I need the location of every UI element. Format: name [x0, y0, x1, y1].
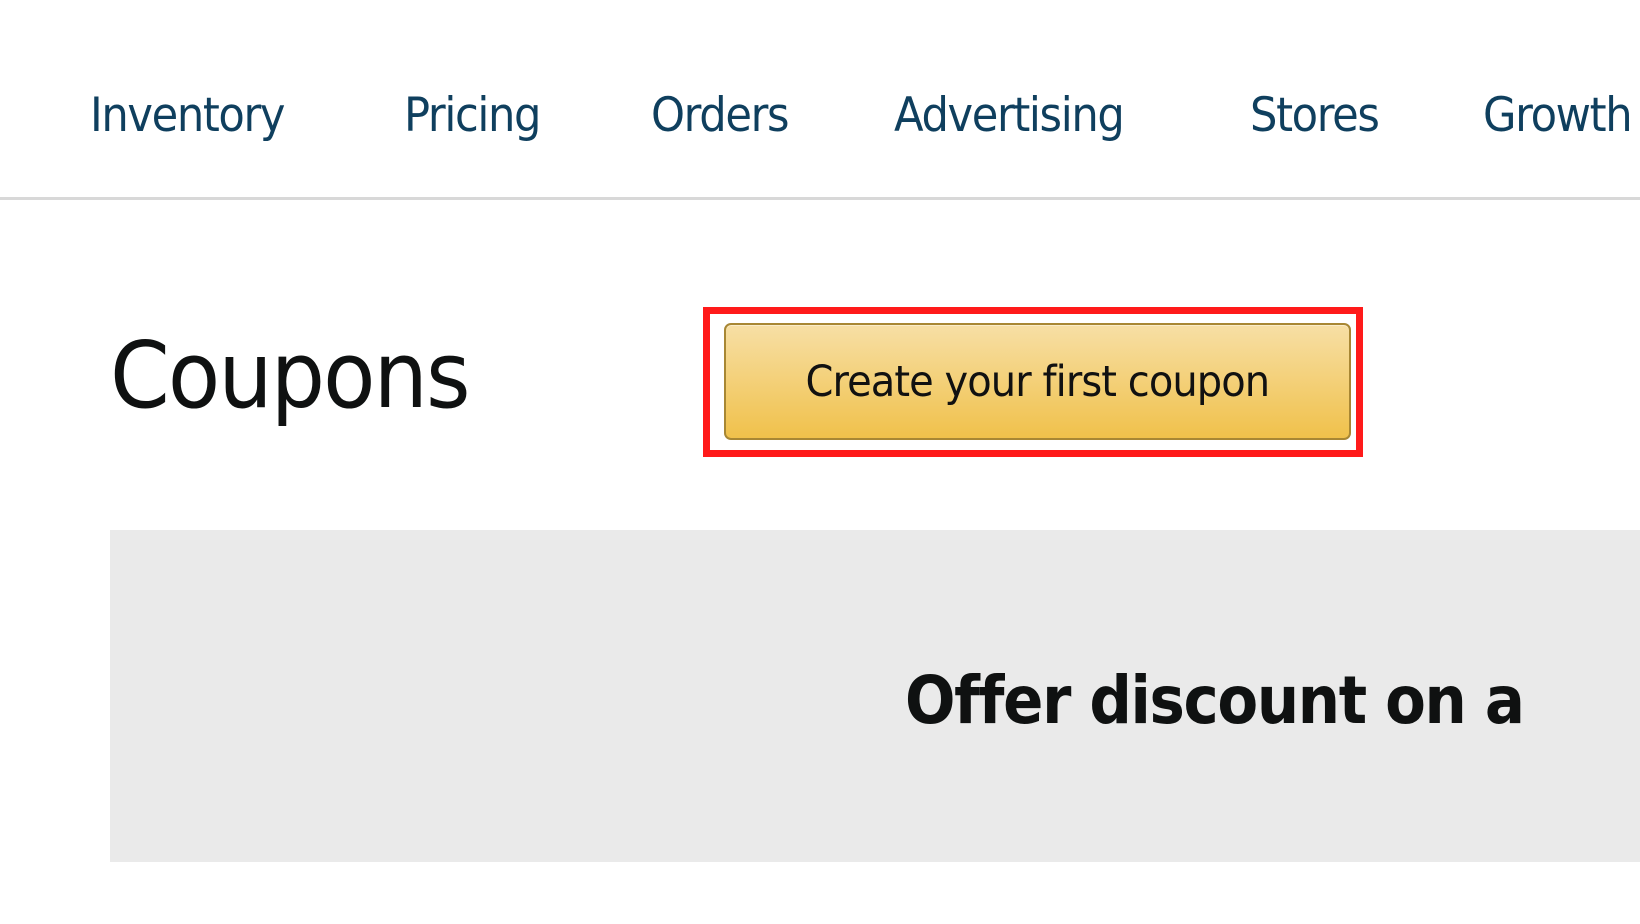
top-navigation-bar: Inventory Pricing Orders Advertising Sto… [0, 0, 1640, 200]
promo-panel: Offer discount on a [110, 530, 1640, 862]
nav-item-advertising[interactable]: Advertising [894, 92, 1125, 139]
promo-heading: Offer discount on a [905, 662, 1525, 739]
create-first-coupon-button[interactable]: Create your first coupon [724, 323, 1351, 440]
nav-item-orders[interactable]: Orders [651, 92, 790, 139]
nav-item-stores[interactable]: Stores [1250, 92, 1380, 139]
create-first-coupon-button-label: Create your first coupon [805, 356, 1271, 407]
nav-item-growth[interactable]: Growth [1483, 92, 1633, 139]
page-title: Coupons [110, 322, 471, 429]
nav-item-inventory[interactable]: Inventory [90, 92, 285, 139]
nav-item-pricing[interactable]: Pricing [404, 92, 541, 139]
